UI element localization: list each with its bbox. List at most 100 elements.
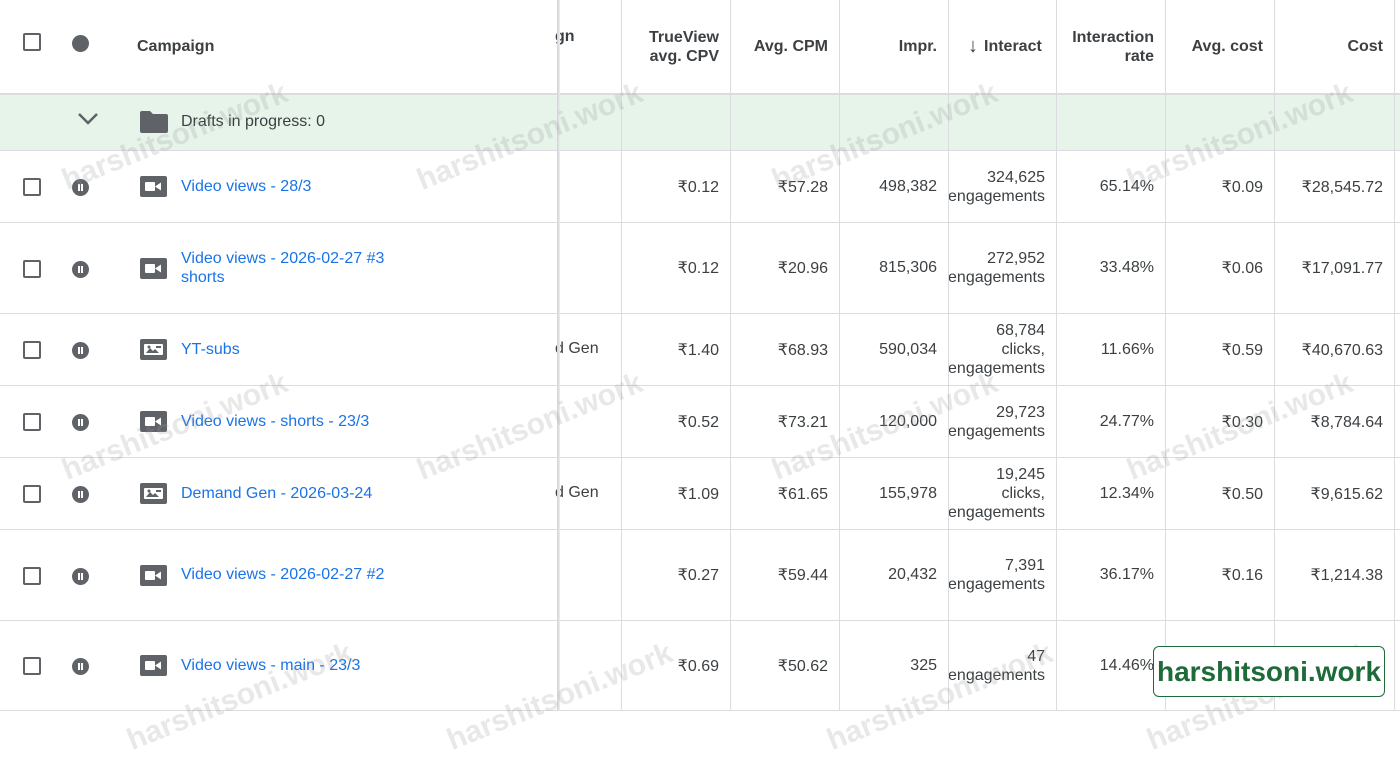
avg-cost-cell: ₹0.30 bbox=[1221, 413, 1263, 431]
header-impr[interactable]: Impr. bbox=[839, 0, 948, 93]
header-interactions[interactable]: ↓ Interact bbox=[948, 0, 1056, 93]
paused-status-icon[interactable] bbox=[72, 658, 89, 675]
campaign-name-link[interactable]: Video views - shorts - 23/3 bbox=[181, 412, 369, 431]
row-checkbox[interactable] bbox=[23, 566, 41, 585]
drafts-label[interactable]: Drafts in progress: 0 bbox=[181, 113, 325, 131]
header-campaign[interactable]: Campaign bbox=[137, 0, 437, 93]
campaign-table: Campaign gn TrueView avg. CPV Avg. CPM I… bbox=[0, 0, 1400, 711]
campaign-name-link[interactable]: Demand Gen - 2026-03-24 bbox=[181, 484, 372, 503]
chevron-down-icon[interactable] bbox=[77, 112, 99, 126]
avg-cpm-cell: ₹68.93 bbox=[777, 341, 828, 359]
interaction-rate-cell: 33.48% bbox=[1099, 259, 1154, 276]
impr-cell: 590,034 bbox=[879, 340, 937, 358]
column-divider bbox=[1394, 0, 1395, 711]
table-row: Video views - shorts - 23/3 ₹0.52 ₹73.21 12… bbox=[0, 386, 1400, 458]
row-checkbox[interactable] bbox=[23, 178, 41, 196]
header-campaign-type[interactable]: gn bbox=[555, 0, 615, 93]
column-divider bbox=[1165, 0, 1166, 711]
campaign-name-link[interactable]: Video views - 2026-02-27 #3 shorts bbox=[181, 249, 384, 287]
table-row: Video views - 2026-02-27 #2 ₹0.27 ₹59.44 20… bbox=[0, 530, 1400, 621]
interactions-cell: 47 engagements bbox=[948, 647, 1045, 684]
column-divider bbox=[1056, 0, 1057, 711]
trueview-cpv-cell: ₹1.40 bbox=[677, 341, 719, 359]
video-campaign-icon bbox=[140, 411, 167, 432]
interactions-cell: 29,723 engagements bbox=[948, 403, 1045, 440]
cost-cell: ₹28,545.72 bbox=[1301, 178, 1383, 196]
header-cost[interactable]: Cost bbox=[1274, 0, 1394, 93]
cost-cell: ₹1,214.38 bbox=[1310, 567, 1383, 584]
interactions-cell: 68,784 clicks, engagements bbox=[948, 322, 1045, 377]
avg-cost-cell: ₹0.06 bbox=[1221, 260, 1263, 277]
table-row: YT-subs d Gen ₹1.40 ₹68.93 590,034 68,784 cli… bbox=[0, 314, 1400, 386]
paused-status-icon[interactable] bbox=[72, 486, 89, 503]
status-column-icon[interactable] bbox=[72, 35, 89, 52]
paused-status-icon[interactable] bbox=[72, 342, 89, 359]
column-divider bbox=[948, 0, 949, 711]
cost-cell: ₹9,615.62 bbox=[1310, 485, 1383, 503]
cost-cell: ₹17,091.77 bbox=[1301, 260, 1383, 277]
column-divider bbox=[730, 0, 731, 711]
frozen-column-edge bbox=[557, 0, 560, 711]
trueview-cpv-cell: ₹0.52 bbox=[677, 413, 719, 431]
drafts-label-text: Drafts in progress: bbox=[181, 113, 312, 130]
header-interactions-label: Interact bbox=[984, 37, 1042, 55]
demand-gen-campaign-icon bbox=[140, 483, 167, 504]
campaign-type-cell: d Gen bbox=[555, 484, 599, 501]
interaction-rate-cell: 11.66% bbox=[1100, 340, 1154, 358]
demand-gen-campaign-icon bbox=[140, 339, 167, 360]
paused-status-icon[interactable] bbox=[72, 567, 89, 585]
folder-icon bbox=[140, 111, 168, 133]
campaign-type-cell: d Gen bbox=[555, 340, 599, 357]
row-checkbox[interactable] bbox=[23, 341, 41, 359]
table-row: Video views - 2026-02-27 #3 shorts ₹0.12 ₹… bbox=[0, 223, 1400, 314]
interaction-rate-cell: 65.14% bbox=[1099, 177, 1154, 195]
table-row: Video views - 28/3 ₹0.12 ₹57.28 498,382 324,… bbox=[0, 151, 1400, 223]
header-trueview-cpv[interactable]: TrueView avg. CPV bbox=[621, 0, 730, 93]
trueview-cpv-cell: ₹1.09 bbox=[677, 485, 719, 503]
watermark-badge: harshitsoni.work bbox=[1153, 646, 1385, 697]
avg-cost-cell: ₹0.59 bbox=[1221, 341, 1263, 359]
table-header: Campaign gn TrueView avg. CPV Avg. CPM I… bbox=[0, 0, 1400, 95]
interactions-cell: 7,391 engagements bbox=[948, 557, 1045, 593]
trueview-cpv-cell: ₹0.12 bbox=[677, 260, 719, 277]
paused-status-icon[interactable] bbox=[72, 260, 89, 278]
avg-cost-cell: ₹0.50 bbox=[1221, 485, 1263, 503]
avg-cpm-cell: ₹61.65 bbox=[777, 485, 828, 503]
paused-status-icon[interactable] bbox=[72, 179, 89, 196]
paused-status-icon[interactable] bbox=[72, 414, 89, 431]
avg-cpm-cell: ₹50.62 bbox=[777, 657, 828, 675]
header-avg-cpm[interactable]: Avg. CPM bbox=[730, 0, 839, 93]
interaction-rate-cell: 24.77% bbox=[1099, 412, 1154, 430]
header-avg-cost[interactable]: Avg. cost bbox=[1165, 0, 1274, 93]
trueview-cpv-cell: ₹0.12 bbox=[677, 178, 719, 196]
trueview-cpv-cell: ₹0.69 bbox=[677, 657, 719, 675]
interaction-rate-cell: 12.34% bbox=[1099, 484, 1154, 502]
campaign-name-link[interactable]: Video views - 2026-02-27 #2 bbox=[181, 565, 384, 584]
video-campaign-icon bbox=[140, 564, 167, 586]
table-row: Demand Gen - 2026-03-24 d Gen ₹1.09 ₹61.65 1… bbox=[0, 458, 1400, 530]
interactions-cell: 272,952 engagements bbox=[948, 250, 1045, 286]
interaction-rate-cell: 14.46% bbox=[1099, 656, 1154, 674]
row-checkbox[interactable] bbox=[23, 657, 41, 675]
campaign-name-link[interactable]: Video views - 28/3 bbox=[181, 177, 311, 196]
drafts-count: 0 bbox=[316, 113, 326, 130]
row-checkbox[interactable] bbox=[23, 413, 41, 431]
impr-cell: 120,000 bbox=[879, 412, 937, 430]
video-campaign-icon bbox=[140, 257, 167, 279]
row-checkbox[interactable] bbox=[23, 485, 41, 503]
column-divider bbox=[621, 0, 622, 711]
impr-cell: 815,306 bbox=[879, 259, 937, 276]
interactions-cell: 324,625 engagements bbox=[948, 168, 1045, 205]
row-checkbox[interactable] bbox=[23, 259, 41, 278]
interactions-cell: 19,245 clicks, engagements bbox=[948, 466, 1045, 521]
campaign-name-link[interactable]: Video views - main - 23/3 bbox=[181, 656, 360, 675]
drafts-row: Drafts in progress: 0 bbox=[0, 95, 1400, 151]
select-all-checkbox[interactable] bbox=[23, 33, 41, 51]
campaign-name-link[interactable]: YT-subs bbox=[181, 340, 240, 359]
avg-cpm-cell: ₹73.21 bbox=[777, 413, 828, 431]
avg-cpm-cell: ₹57.28 bbox=[777, 178, 828, 196]
header-interaction-rate[interactable]: Interaction rate bbox=[1056, 0, 1165, 93]
video-campaign-icon bbox=[140, 655, 167, 676]
avg-cpm-cell: ₹20.96 bbox=[777, 260, 828, 277]
video-campaign-icon bbox=[140, 176, 167, 197]
